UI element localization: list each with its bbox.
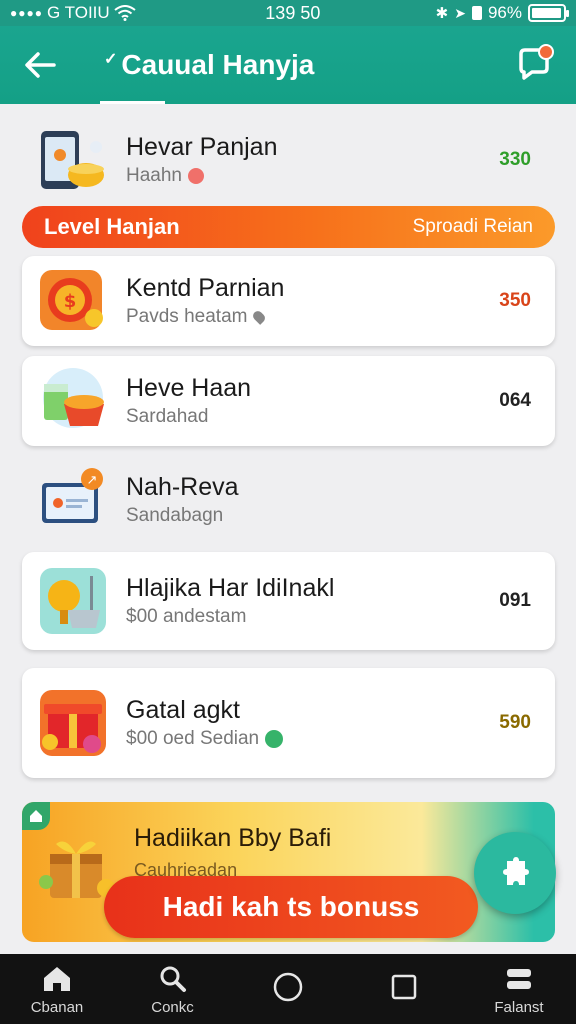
puzzle-icon xyxy=(503,857,529,885)
battery-percent: 96% xyxy=(487,3,522,22)
nav-label: Conkc xyxy=(151,998,194,1016)
nav-label: Cbanan xyxy=(30,998,84,1016)
monitor-icon: ↗ xyxy=(38,465,108,535)
item-subtitle: $00 oed Sedian xyxy=(126,728,260,749)
wifi-icon xyxy=(114,5,136,21)
search-icon xyxy=(157,963,189,995)
item-value: 330 xyxy=(499,149,531,170)
status-time: 139 50 xyxy=(265,2,321,23)
location-pin-icon xyxy=(251,309,268,325)
item-subtitle: Sandabagn xyxy=(126,505,224,526)
chat-bubble-icon xyxy=(519,44,554,80)
page-title: ✓ Cauual Hanyja xyxy=(104,49,314,81)
battery-fill xyxy=(532,8,561,18)
home-icon xyxy=(41,963,73,995)
item-value: 350 xyxy=(499,290,531,311)
item-value: 590 xyxy=(499,712,531,733)
nav-system-home[interactable] xyxy=(243,971,333,1007)
list-item[interactable]: Hevar Panjan Haahn 330 xyxy=(22,118,555,202)
carrier-label: G TOIIU xyxy=(47,3,110,22)
menu-icon xyxy=(503,963,535,995)
gift-box-icon xyxy=(38,688,108,758)
tablet-bowl-icon xyxy=(38,125,108,195)
drink-food-icon xyxy=(38,366,108,436)
back-arrow-icon xyxy=(25,52,56,78)
circle-home-icon xyxy=(272,971,304,1003)
list-item[interactable]: ↗ Nah-Reva Sandabagn xyxy=(22,458,555,542)
list-item[interactable]: Heve Haan Sardahad 064 xyxy=(22,356,555,446)
app-bar: ✓ Cauual Hanyja xyxy=(0,26,576,104)
square-recents-icon xyxy=(388,971,420,1003)
item-title: Hlajika Har IdiInakl xyxy=(126,574,335,602)
item-value: 091 xyxy=(499,590,531,611)
level-right-label: Sproadi Reian xyxy=(412,216,533,237)
item-value: 064 xyxy=(499,390,531,411)
nav-home[interactable]: Cbanan xyxy=(12,963,102,1016)
list-item[interactable]: Gatal agkt $00 oed Sedian 590 xyxy=(22,668,555,778)
back-button[interactable] xyxy=(20,45,60,85)
status-bar: ●●●● G TOIIU 139 50 ✱ ➤ 96% xyxy=(0,0,576,26)
title-underline xyxy=(100,101,165,104)
item-title: Gatal agkt xyxy=(126,696,240,724)
page-title-text: Cauual Hanyja xyxy=(121,49,315,80)
signal-icon: ●●●● xyxy=(10,6,43,20)
nav-search[interactable]: Conkc xyxy=(128,963,218,1016)
coin-clock-icon: $ xyxy=(38,266,108,336)
location-arrow-icon: ➤ xyxy=(454,4,466,21)
nav-menu[interactable]: Falanst xyxy=(474,963,564,1016)
fire-icon xyxy=(188,168,204,184)
floating-action-button[interactable] xyxy=(474,832,556,914)
list-item[interactable]: Hlajika Har IdiInakl $00 andestam 091 xyxy=(22,552,555,650)
lamp-pot-icon xyxy=(38,566,108,636)
battery-icon xyxy=(528,4,569,22)
get-bonus-button[interactable]: Hadi kah ts bonuss xyxy=(104,876,478,938)
item-subtitle: $00 andestam xyxy=(126,606,247,627)
bluetooth-icon: ✱ xyxy=(435,5,449,22)
svg-text:↗: ↗ xyxy=(87,473,98,488)
item-title: Heve Haan xyxy=(126,374,252,402)
bottom-nav: Cbanan Conkc Falanst xyxy=(0,954,576,1024)
item-title: Nah-Reva xyxy=(126,473,239,501)
promo-title: Hadiikan Bby Bafi xyxy=(134,824,332,852)
svg-text:$: $ xyxy=(64,291,77,312)
level-banner[interactable]: Level Hanjan Sproadi Reian xyxy=(22,206,555,248)
nav-label: Falanst xyxy=(494,998,544,1016)
check-badge-icon xyxy=(265,730,284,748)
item-subtitle: Sardahad xyxy=(126,406,209,427)
chat-button[interactable] xyxy=(514,44,556,86)
nav-recents[interactable] xyxy=(359,971,449,1007)
item-subtitle: Pavds heatam xyxy=(126,306,248,327)
item-title: Hevar Panjan xyxy=(126,133,278,161)
level-label: Level Hanjan xyxy=(44,214,180,239)
list-item[interactable]: $ Kentd Parnian Pavds heatam 350 xyxy=(22,256,555,346)
item-subtitle: Haahn xyxy=(126,165,182,186)
sim-icon xyxy=(471,6,482,20)
sparkle-icon: ✓ xyxy=(104,51,118,68)
item-title: Kentd Parnian xyxy=(126,274,285,302)
